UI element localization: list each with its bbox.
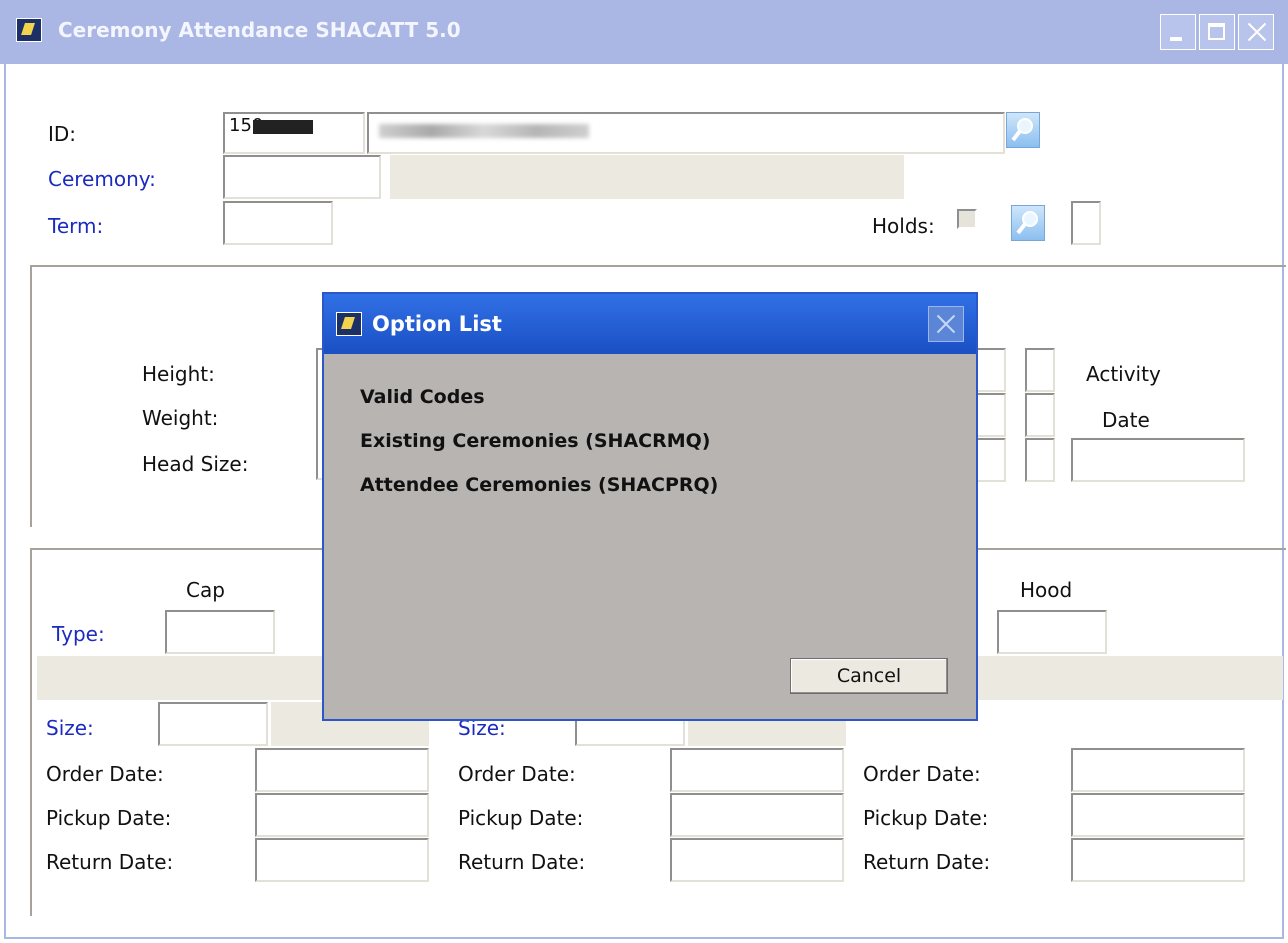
head-size-label: Head Size: [142,452,249,476]
gown-pickup-date-field[interactable] [670,793,844,837]
option-existing-ceremonies[interactable]: Existing Ceremonies (SHACRMQ) [360,430,710,452]
gown-pickup-date-label: Pickup Date: [458,806,584,830]
hood-header: Hood [1020,578,1073,602]
window-title-bar[interactable]: Ceremony Attendance SHACATT 5.0 [0,0,1288,64]
section-divider [30,265,1286,267]
ceremony-description [390,155,904,199]
gown-return-date-field[interactable] [670,838,844,882]
name-field[interactable] [367,112,1005,154]
hood-order-date-label: Order Date: [863,762,981,786]
ceremony-label: Ceremony: [48,167,156,191]
cap-order-date-label: Order Date: [46,762,164,786]
cap-header: Cap [186,578,225,602]
holds-checkbox[interactable] [957,209,977,229]
section-divider [30,548,32,916]
cap-order-date-field[interactable] [255,748,429,792]
cap-size-field[interactable] [158,702,268,746]
section-divider [30,265,32,527]
cap-pickup-date-label: Pickup Date: [46,806,172,830]
app-icon [16,18,42,42]
indicator-field[interactable] [1025,438,1055,482]
gown-order-date-label: Order Date: [458,762,576,786]
cap-return-date-field[interactable] [255,838,429,882]
minimize-icon[interactable] [1160,14,1196,50]
holds-indicator-field[interactable] [1071,201,1101,245]
height-label: Height: [142,362,215,386]
hood-pickup-date-label: Pickup Date: [863,806,989,830]
hood-pickup-date-field[interactable] [1071,793,1245,837]
option-valid-codes[interactable]: Valid Codes [360,386,485,408]
indicator-field[interactable] [1025,348,1055,392]
maximize-icon[interactable] [1199,14,1235,50]
term-label: Term: [48,214,104,238]
type-label: Type: [52,622,105,646]
activity-date-field[interactable] [1071,438,1245,482]
window-title: Ceremony Attendance SHACATT 5.0 [58,18,461,42]
indicator-field[interactable] [1025,393,1055,437]
id-label: ID: [48,122,77,146]
dialog-app-icon [336,312,362,336]
option-list-dialog: Option List Valid Codes Existing Ceremon… [322,292,978,721]
hood-order-date-field[interactable] [1071,748,1245,792]
cap-return-date-label: Return Date: [46,850,174,874]
term-field[interactable] [223,201,333,245]
activity-label: Activity [1086,362,1161,386]
ceremony-field[interactable] [223,155,381,199]
weight-label: Weight: [142,406,219,430]
close-icon[interactable] [1238,14,1274,50]
dialog-close-icon[interactable] [928,306,964,342]
hood-return-date-field[interactable] [1071,838,1245,882]
holds-label: Holds: [872,214,935,238]
cancel-button[interactable]: Cancel [790,658,948,694]
cap-pickup-date-field[interactable] [255,793,429,837]
blurred-name [379,124,589,138]
date-label: Date [1102,408,1150,432]
measurement-field[interactable] [976,438,1006,482]
hood-type-field[interactable] [997,610,1107,654]
gown-return-date-label: Return Date: [458,850,586,874]
id-field[interactable]: 150 [223,112,365,154]
cap-size-label: Size: [46,716,94,740]
measurement-field[interactable] [976,393,1006,437]
gown-order-date-field[interactable] [670,748,844,792]
redaction-mark [253,120,313,134]
dialog-title-bar[interactable]: Option List [324,294,976,354]
measurement-field[interactable] [976,348,1006,392]
holds-search-icon[interactable] [1011,205,1045,241]
option-attendee-ceremonies[interactable]: Attendee Ceremonies (SHACPRQ) [360,474,718,496]
hood-return-date-label: Return Date: [863,850,991,874]
cap-type-field[interactable] [165,610,275,654]
id-search-icon[interactable] [1006,112,1040,148]
dialog-title: Option List [372,312,502,336]
